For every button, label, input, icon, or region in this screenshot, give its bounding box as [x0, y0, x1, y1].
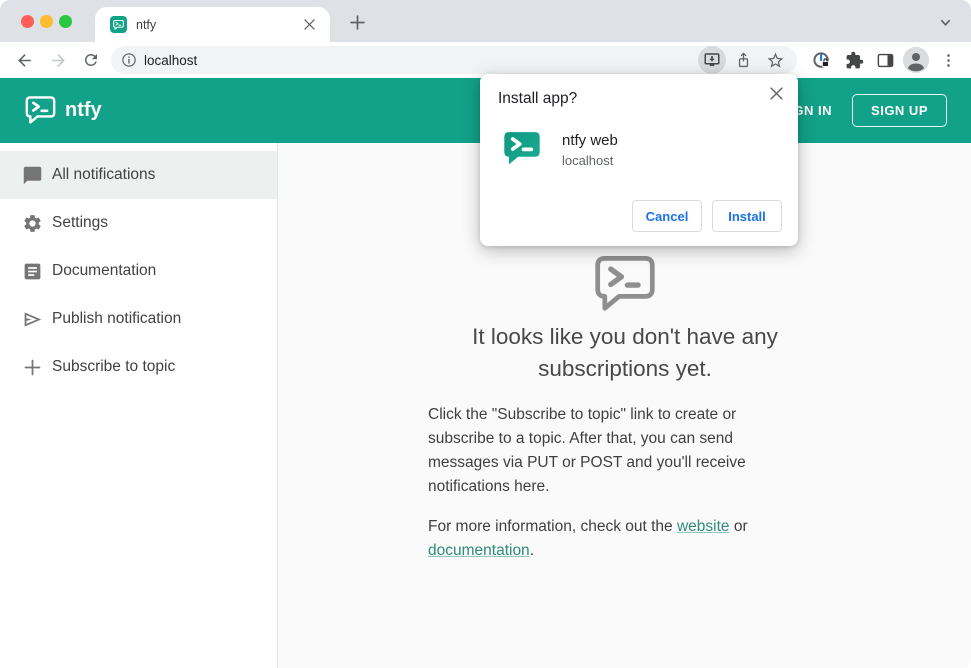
- sidebar-item-label: Subscribe to topic: [52, 358, 176, 375]
- dialog-app-origin: localhost: [562, 153, 614, 168]
- extension-privacy-icon[interactable]: [809, 48, 833, 72]
- close-window-button[interactable]: [21, 15, 34, 28]
- sidebar-item-documentation[interactable]: Documentation: [0, 247, 277, 295]
- sidebar-item-all-notifications[interactable]: All notifications: [0, 151, 277, 199]
- tab-strip: ntfy: [0, 0, 971, 42]
- side-panel-icon[interactable]: [873, 48, 897, 72]
- share-icon[interactable]: [731, 48, 755, 72]
- url-text[interactable]: localhost: [144, 53, 698, 68]
- browser-tab[interactable]: ntfy: [95, 7, 330, 42]
- reload-icon[interactable]: [79, 48, 103, 72]
- install-button[interactable]: Install: [712, 200, 782, 232]
- minimize-window-button[interactable]: [40, 15, 53, 28]
- install-app-dialog: Install app? ntfy web localhost Cancel I…: [480, 74, 798, 246]
- tab-search-chevron-icon[interactable]: [936, 13, 954, 31]
- more-info-prefix: For more information, check out the: [428, 518, 677, 535]
- empty-state-paragraph: Click the "Subscribe to topic" link to c…: [428, 406, 746, 495]
- ntfy-logo-icon: [25, 96, 56, 125]
- dialog-app-name: ntfy web: [562, 132, 618, 149]
- new-tab-button[interactable]: [346, 11, 368, 33]
- cancel-button[interactable]: Cancel: [632, 200, 702, 232]
- profile-avatar[interactable]: [903, 47, 929, 73]
- sidebar-item-label: All notifications: [52, 166, 156, 183]
- chat-icon: [22, 165, 43, 186]
- article-icon: [22, 261, 43, 282]
- more-info-period: .: [529, 542, 534, 559]
- back-icon[interactable]: [12, 48, 36, 72]
- gear-icon: [22, 213, 43, 234]
- sidebar-item-label: Publish notification: [52, 310, 182, 327]
- bookmark-star-icon[interactable]: [763, 48, 787, 72]
- send-icon: [22, 309, 43, 330]
- browser-window: ntfy localhost ntfy SIGN IN SIGN UP All …: [0, 0, 971, 668]
- extensions-puzzle-icon[interactable]: [842, 48, 866, 72]
- browser-toolbar: localhost: [0, 42, 971, 78]
- dialog-title: Install app?: [498, 90, 578, 107]
- empty-state-title: It looks like you don't have any subscri…: [472, 324, 778, 381]
- forward-icon[interactable]: [46, 48, 70, 72]
- sidebar: All notifications Settings Documentation…: [0, 143, 278, 668]
- address-bar[interactable]: localhost: [111, 46, 797, 74]
- sidebar-item-settings[interactable]: Settings: [0, 199, 277, 247]
- brand-title: ntfy: [65, 99, 102, 121]
- browser-menu-dots-icon[interactable]: [936, 48, 960, 72]
- more-info-or: or: [733, 518, 748, 535]
- sidebar-item-publish-notification[interactable]: Publish notification: [0, 295, 277, 343]
- tab-title: ntfy: [136, 17, 157, 32]
- sidebar-item-label: Documentation: [52, 262, 157, 279]
- install-app-icon[interactable]: [698, 46, 726, 74]
- sidebar-item-subscribe-to-topic[interactable]: Subscribe to topic: [0, 343, 277, 391]
- tab-close-icon[interactable]: [300, 16, 318, 34]
- website-link[interactable]: website: [677, 518, 730, 535]
- sidebar-item-label: Settings: [52, 214, 109, 231]
- ntfy-favicon-icon: [110, 16, 127, 33]
- more-info-paragraph: For more information, check out the webs…: [428, 515, 822, 563]
- plus-icon: [22, 357, 43, 378]
- documentation-link[interactable]: documentation: [428, 542, 530, 559]
- ntfy-app-icon: [502, 130, 542, 168]
- sign-up-button[interactable]: SIGN UP: [852, 94, 947, 127]
- ntfy-empty-state-logo-icon: [594, 256, 656, 313]
- maximize-window-button[interactable]: [59, 15, 72, 28]
- dialog-close-icon[interactable]: [766, 83, 786, 103]
- site-info-icon[interactable]: [120, 51, 138, 69]
